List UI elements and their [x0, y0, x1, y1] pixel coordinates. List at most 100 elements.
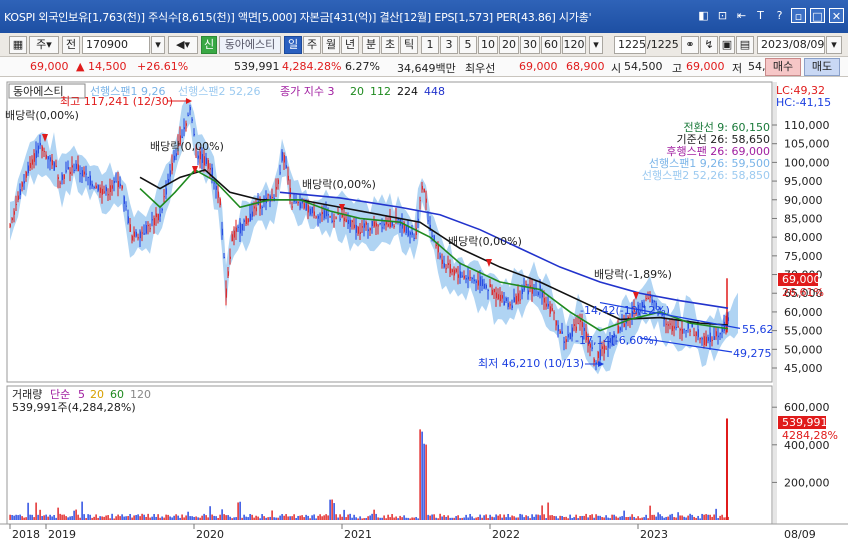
candle-body	[317, 215, 319, 219]
date-tick-label: 2018	[12, 528, 40, 541]
candle-body	[15, 204, 17, 206]
interval-3[interactable]: 3	[440, 36, 458, 54]
volume-bar	[621, 516, 623, 520]
candle-body	[547, 303, 549, 307]
calendar-icon[interactable]: ▤	[736, 36, 754, 54]
volume-bar	[501, 517, 503, 520]
date-dropdown-icon[interactable]: ▾	[826, 36, 842, 54]
period-toggle[interactable]: 전	[62, 36, 80, 54]
tab-minute[interactable]: 분	[362, 36, 380, 54]
chart-tool-icon[interactable]: ↯	[700, 36, 718, 54]
maximize-button[interactable]: □	[810, 8, 825, 23]
candle-body	[473, 279, 475, 282]
candle-body	[157, 213, 159, 221]
interval-5[interactable]: 5	[459, 36, 477, 54]
tab-day[interactable]: 일	[284, 36, 302, 54]
interval-dropdown-icon[interactable]: ▾	[589, 36, 603, 54]
volume-bar	[587, 517, 589, 520]
price-tick-label: 110,000	[784, 119, 830, 132]
volume-bar	[515, 517, 517, 520]
buy-button[interactable]: 매수	[765, 58, 801, 76]
interval-120[interactable]: 120	[562, 36, 586, 54]
candle-body	[571, 327, 573, 337]
volume-bar	[393, 517, 395, 520]
tab-second[interactable]: 초	[381, 36, 399, 54]
interval-30[interactable]: 30	[520, 36, 540, 54]
candle-body	[109, 185, 111, 192]
current-price-pct: 26,61%	[782, 286, 824, 299]
volume-bar	[563, 517, 565, 520]
volume-bar	[359, 516, 361, 520]
volume-bar	[395, 516, 397, 520]
volume-bar	[423, 443, 425, 520]
close-button[interactable]: ✕	[829, 8, 844, 23]
new-badge[interactable]: 신	[201, 36, 217, 54]
volume-current-value: 539,991	[782, 416, 828, 429]
date-input[interactable]: 2023/08/09	[757, 36, 825, 54]
volume-bar	[693, 516, 695, 520]
volume-bar	[403, 515, 405, 520]
volume-bar	[677, 512, 679, 520]
candle-body	[161, 208, 163, 211]
candle-body	[189, 107, 191, 111]
candle-body	[537, 292, 539, 296]
stock-chart[interactable]: 동아에스티 선행스팬1 9,26 선행스팬2 52,26 종가 지수 3 20 …	[0, 77, 848, 542]
pin-icon[interactable]: ⇤	[734, 8, 749, 23]
stock-code-input[interactable]: 170900	[82, 36, 150, 54]
grid-icon[interactable]: ▦	[9, 36, 27, 54]
volume-bar	[29, 514, 31, 520]
volume-bar	[247, 517, 249, 520]
volume-bar	[391, 514, 393, 520]
link-icon[interactable]: ⚭	[681, 36, 699, 54]
market-select[interactable]: 주▾	[29, 36, 59, 54]
volume-bar	[475, 517, 477, 520]
volume-bar	[47, 516, 49, 520]
font-icon[interactable]: T	[753, 8, 768, 23]
vertical-scrollbar[interactable]	[773, 82, 777, 524]
volume-bar	[157, 514, 159, 520]
tab-year[interactable]: 년	[341, 36, 359, 54]
volume-bar	[65, 516, 67, 520]
volume-bar	[715, 508, 717, 520]
candle-body	[47, 156, 49, 160]
candle-body	[221, 228, 223, 236]
candle-body	[107, 194, 109, 196]
interval-10[interactable]: 10	[478, 36, 498, 54]
volume-bar	[493, 517, 495, 520]
candle-body	[699, 337, 701, 340]
minimize-button[interactable]: ▫	[791, 8, 806, 23]
interval-20[interactable]: 20	[499, 36, 519, 54]
volume-bar	[27, 502, 29, 520]
candle-body	[369, 228, 371, 231]
tab-month[interactable]: 월	[322, 36, 340, 54]
candle-body	[205, 157, 207, 165]
interval-1[interactable]: 1	[421, 36, 439, 54]
candle-body	[677, 326, 679, 328]
volume-bar	[485, 514, 487, 520]
candle-body	[555, 320, 557, 326]
code-dropdown-icon[interactable]: ▾	[151, 36, 165, 54]
volume-bar	[687, 515, 689, 520]
speaker-icon[interactable]: ◀▾	[168, 36, 198, 54]
tab-tick[interactable]: 틱	[400, 36, 418, 54]
volume-bar	[35, 502, 37, 520]
save-icon[interactable]: ▣	[719, 36, 735, 54]
volume-bar	[447, 515, 449, 520]
volume-bar	[85, 517, 87, 520]
candle-body	[313, 211, 315, 216]
candle-body	[703, 336, 705, 346]
count-input[interactable]: 1225	[614, 36, 646, 54]
tab-week[interactable]: 주	[303, 36, 321, 54]
candle-body	[279, 172, 281, 174]
interval-60[interactable]: 60	[541, 36, 561, 54]
volume-bar	[129, 513, 131, 520]
sell-button[interactable]: 매도	[804, 58, 840, 76]
candle-body	[593, 358, 595, 363]
candle-body	[53, 162, 55, 171]
volume-bar	[721, 514, 723, 520]
layout-icon[interactable]: ◧	[696, 8, 711, 23]
help-icon[interactable]: ?	[772, 8, 787, 23]
candle-body	[139, 231, 141, 239]
volume-bar	[245, 516, 247, 520]
capture-icon[interactable]: ⊡	[715, 8, 730, 23]
